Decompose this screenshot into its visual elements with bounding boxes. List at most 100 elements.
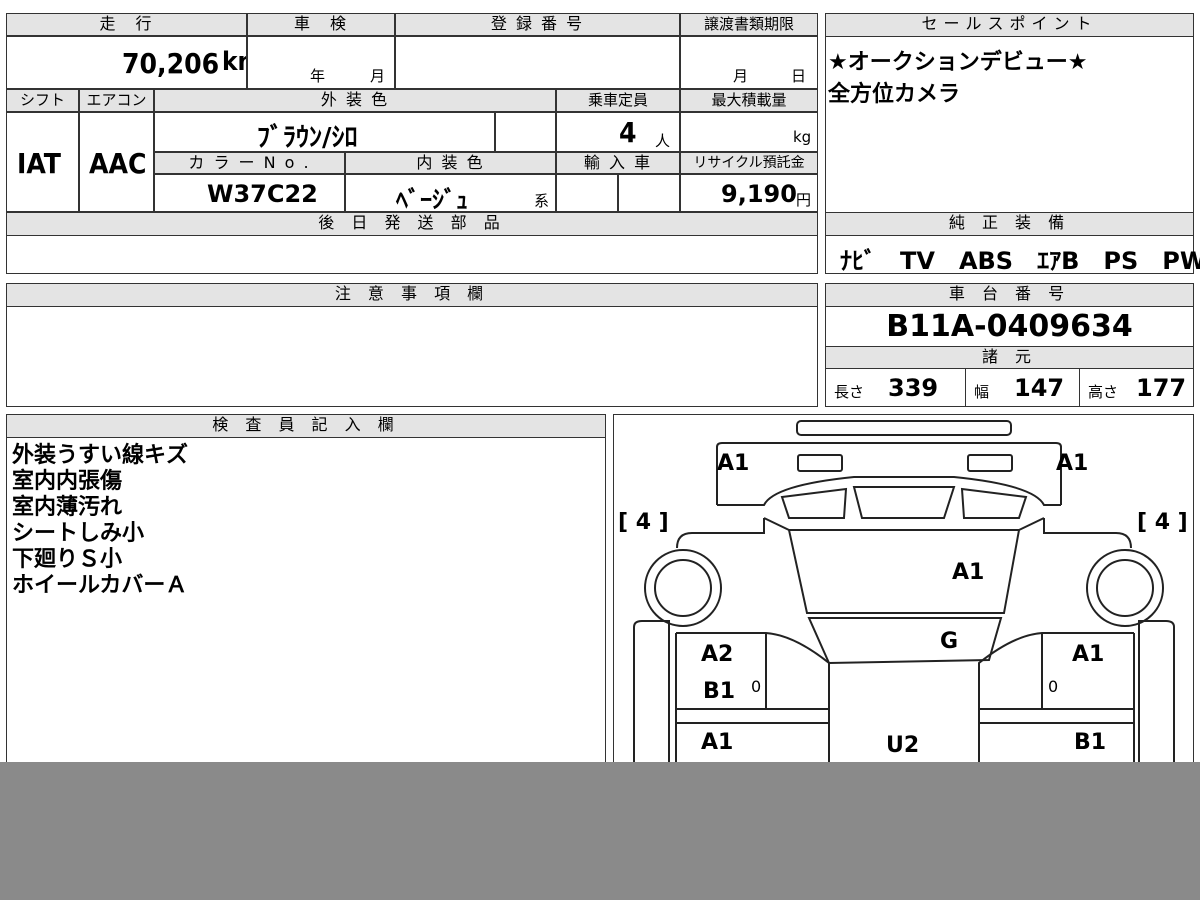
sales-points-block: セールスポイント ★オークションデビュー★ 全方位カメラ	[825, 13, 1194, 213]
recycle-value: 9,190	[721, 180, 797, 208]
sales-point-line: 全方位カメラ	[828, 82, 961, 107]
right-front-rim	[1096, 559, 1154, 617]
hood-corner-lines	[763, 517, 1045, 531]
color-no-header: カ ラ ー N o .	[154, 152, 345, 174]
mileage-value: 70,206	[122, 47, 220, 80]
label-hood: A1	[952, 560, 985, 585]
shift-value: IAT	[17, 147, 61, 180]
recycle-unit: 円	[796, 191, 812, 209]
label-front-right: A1	[1056, 451, 1089, 476]
transfer-deadline-header: 譲渡書類期限	[680, 13, 818, 36]
door-split-lines	[676, 708, 1134, 724]
door-divider-lines	[765, 633, 1043, 709]
inspector-line: 下廻りＳ小	[12, 547, 123, 572]
color-no-cell: W37C22	[154, 174, 345, 212]
notes-block: 注 意 事 項 欄	[6, 283, 818, 407]
shaken-header: 車 検	[247, 13, 395, 36]
car-diagram	[633, 420, 1175, 773]
interior-color-cell: ﾍﾞｰｼﾞｭ 系	[345, 174, 556, 212]
inspector-line: 室内薄汚れ	[12, 495, 123, 520]
width-cell: 幅 147	[966, 369, 1080, 407]
label-tire-right: [ 4 ]	[1137, 510, 1188, 535]
hood-panel	[787, 529, 1021, 614]
center-upper-panel	[852, 486, 956, 519]
height-value: 177	[1136, 374, 1187, 402]
exterior-color-cell: ﾌﾞﾗｳﾝ/ｼﾛ	[154, 112, 495, 152]
recycle-header: リサイクル預託金	[680, 152, 818, 174]
inspector-header: 検 査 員 記 入 欄	[7, 415, 605, 438]
exterior-color-header: 外 装 色	[154, 89, 556, 112]
car-diagram-block: A1 A1 [ 4 ] [ 4 ] A1 G A2 B1 0 A1 0 A1 U…	[613, 414, 1194, 774]
label-zero-right: 0	[1048, 677, 1059, 696]
left-side-rail	[633, 620, 670, 773]
ac-cell: AAC	[79, 112, 154, 212]
transfer-deadline-cell: 月 日	[680, 36, 818, 89]
inspector-line: 室内内張傷	[12, 469, 123, 494]
capacity-value: 4	[619, 116, 637, 149]
label-windshield: G	[940, 629, 959, 654]
bottom-overlay-bar	[0, 762, 1200, 900]
front-bumper-bar	[796, 420, 1012, 436]
label-front-left: A1	[717, 451, 750, 476]
height-label: 高さ	[1088, 383, 1119, 401]
registration-cell	[395, 36, 680, 89]
right-headlight	[967, 454, 1013, 472]
fender-lines	[676, 518, 1132, 549]
import-header: 輸 入 車	[556, 152, 680, 174]
transfer-month-unit: 月	[733, 67, 749, 85]
mileage-unit: km	[222, 47, 246, 77]
right-upper-panel	[960, 487, 1028, 519]
sales-points-list: ★オークションデビュー★ 全方位カメラ	[828, 47, 1087, 111]
max-load-header: 最大積載量	[680, 89, 818, 112]
exterior-color-value: ﾌﾞﾗｳﾝ/ｼﾛ	[257, 123, 358, 152]
ac-value: AAC	[89, 147, 147, 180]
label-roof: U2	[886, 733, 920, 758]
max-load-cell: kg	[680, 112, 818, 152]
width-value: 147	[1014, 374, 1065, 402]
chassis-number: B11A-0409634	[886, 309, 1133, 344]
left-front-rim	[654, 559, 712, 617]
mileage-cell: 70,206 km	[6, 36, 247, 89]
inspector-line: シートしみ小	[12, 521, 145, 546]
label-left-front-door-a: A2	[701, 642, 734, 667]
color-no-value: W37C22	[207, 180, 318, 208]
genuine-equipment-header: 純 正 装 備	[826, 213, 1193, 236]
left-front-tire	[644, 549, 722, 627]
label-right-rear-door: B1	[1074, 730, 1107, 755]
registration-header: 登 録 番 号	[395, 13, 680, 36]
chassis-header: 車 台 番 号	[826, 284, 1193, 307]
specs-header: 諸 元	[826, 346, 1193, 369]
sales-points-header: セールスポイント	[826, 14, 1193, 37]
shaken-year-unit: 年	[310, 67, 326, 85]
label-left-front-door-b: B1	[703, 679, 736, 704]
interior-color-suffix: 系	[534, 192, 550, 210]
grille-line	[717, 476, 1061, 506]
shift-cell: IAT	[6, 112, 79, 212]
inspector-line: 外装うすい線キズ	[12, 443, 189, 468]
import-cell-b	[618, 174, 680, 212]
windshield-panel	[807, 617, 1003, 665]
label-left-rear-door: A1	[701, 730, 734, 755]
mileage-header: 走 行	[6, 13, 247, 36]
inspector-block: 検 査 員 記 入 欄 外装うすい線キズ 室内内張傷 室内薄汚れ シートしみ小 …	[6, 414, 606, 774]
max-load-unit: kg	[793, 128, 812, 146]
shaken-cell: 年 月	[247, 36, 395, 89]
length-label: 長さ	[834, 383, 865, 401]
width-label: 幅	[974, 383, 990, 401]
genuine-equipment-block: 純 正 装 備 ﾅﾋﾞ TV ABS ｴｱB PS PW	[825, 212, 1200, 275]
right-side-rail	[1138, 620, 1175, 773]
sales-point-line: ★オークションデビュー★	[828, 50, 1088, 75]
label-right-front-door: A1	[1072, 642, 1105, 667]
inspector-notes: 外装うすい線キズ 室内内張傷 室内薄汚れ シートしみ小 下廻りＳ小 ホイールカバ…	[12, 443, 188, 599]
length-value: 339	[888, 374, 939, 402]
shift-header: シフト	[6, 89, 79, 112]
shaken-month-unit: 月	[370, 67, 386, 85]
genuine-equipment-value: ﾅﾋﾞ TV ABS ｴｱB PS PW	[840, 247, 1200, 275]
height-cell: 高さ 177	[1080, 369, 1193, 407]
interior-color-value: ﾍﾞｰｼﾞｭ	[396, 186, 468, 212]
capacity-cell: 4 人	[556, 112, 680, 152]
right-front-tire	[1086, 549, 1164, 627]
notes-header: 注 意 事 項 欄	[7, 284, 817, 307]
recycle-cell: 9,190 円	[680, 174, 818, 212]
parts-later-block: 後 日 発 送 部 品	[6, 212, 818, 274]
